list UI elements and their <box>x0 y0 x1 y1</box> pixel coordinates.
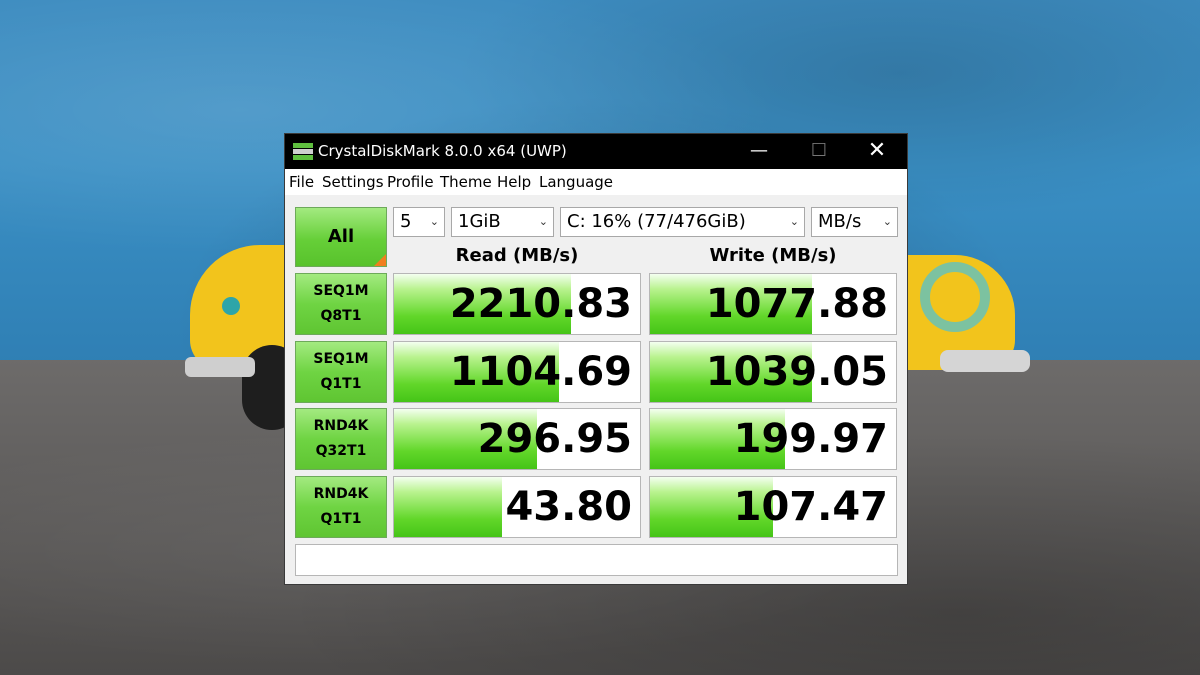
car-right-decal <box>920 262 990 332</box>
chevron-down-icon: ⌄ <box>882 215 892 228</box>
result-value: 296.95 <box>477 416 632 462</box>
result-value: 199.97 <box>733 416 888 462</box>
test-size-value: 1GiB <box>458 211 501 232</box>
result-value: 107.47 <box>733 484 888 530</box>
menu-settings[interactable]: Settings <box>322 173 384 191</box>
result-read-cell: 43.80 <box>393 476 641 538</box>
menu-language[interactable]: Language <box>539 173 613 191</box>
result-write-cell: 107.47 <box>649 476 897 538</box>
result-value: 1104.69 <box>449 349 632 395</box>
maximize-button[interactable]: ☐ <box>789 134 849 169</box>
benchmark-panel: All 5 ⌄ 1GiB ⌄ C: 16% (77/476GiB) ⌄ MB/s… <box>285 195 907 584</box>
run-all-button[interactable]: All <box>295 207 387 267</box>
unit-select[interactable]: MB/s ⌄ <box>811 207 898 237</box>
test-seq1m-q1t1-button[interactable]: SEQ1M Q1T1 <box>295 341 387 403</box>
result-value: 1039.05 <box>705 349 888 395</box>
test-rnd4k-q1t1-button[interactable]: RND4K Q1T1 <box>295 476 387 538</box>
app-window: CrystalDiskMark 8.0.0 x64 (UWP) — ☐ ✕ Fi… <box>284 133 908 585</box>
result-bar <box>394 477 503 537</box>
test-size-select[interactable]: 1GiB ⌄ <box>451 207 554 237</box>
test-count-value: 5 <box>400 211 412 232</box>
comment-input[interactable] <box>295 544 898 576</box>
car-left-decal <box>222 297 240 315</box>
test-rnd4k-q32t1-button[interactable]: RND4K Q32T1 <box>295 408 387 470</box>
result-read-cell: 2210.83 <box>393 273 641 335</box>
title-bar[interactable]: CrystalDiskMark 8.0.0 x64 (UWP) — ☐ ✕ <box>285 134 907 169</box>
test-queue: Q8T1 <box>320 308 362 324</box>
result-write-cell: 1077.88 <box>649 273 897 335</box>
test-queue: Q32T1 <box>315 443 367 459</box>
chevron-down-icon: ⌄ <box>429 215 439 228</box>
run-all-label: All <box>327 226 355 247</box>
menu-profile[interactable]: Profile <box>387 173 434 191</box>
test-name: RND4K <box>313 418 369 434</box>
disk-app-icon <box>293 143 313 160</box>
result-value: 1077.88 <box>705 281 888 327</box>
unit-value: MB/s <box>818 211 862 232</box>
test-count-select[interactable]: 5 ⌄ <box>393 207 445 237</box>
test-name: RND4K <box>313 486 369 502</box>
test-queue: Q1T1 <box>320 376 362 392</box>
test-name: SEQ1M <box>313 283 369 299</box>
result-read-cell: 1104.69 <box>393 341 641 403</box>
result-write-cell: 199.97 <box>649 408 897 470</box>
write-column-header: Write (MB/s) <box>709 245 837 266</box>
menu-theme[interactable]: Theme <box>440 173 492 191</box>
window-title: CrystalDiskMark 8.0.0 x64 (UWP) <box>318 142 567 160</box>
close-button[interactable]: ✕ <box>847 134 907 169</box>
test-name: SEQ1M <box>313 351 369 367</box>
result-write-cell: 1039.05 <box>649 341 897 403</box>
drive-value: C: 16% (77/476GiB) <box>567 211 746 232</box>
result-value: 2210.83 <box>449 281 632 327</box>
menu-file[interactable]: File <box>289 173 314 191</box>
car-right-bumper <box>940 350 1030 372</box>
chevron-down-icon: ⌄ <box>538 215 548 228</box>
result-value: 43.80 <box>505 484 632 530</box>
chevron-down-icon: ⌄ <box>789 215 799 228</box>
menu-help[interactable]: Help <box>497 173 531 191</box>
test-queue: Q1T1 <box>320 511 362 527</box>
menu-bar: File Settings Profile Theme Help Languag… <box>285 169 907 195</box>
drive-select[interactable]: C: 16% (77/476GiB) ⌄ <box>560 207 805 237</box>
car-left-bumper <box>185 357 255 377</box>
read-column-header: Read (MB/s) <box>455 245 579 266</box>
minimize-button[interactable]: — <box>729 134 789 169</box>
test-seq1m-q8t1-button[interactable]: SEQ1M Q8T1 <box>295 273 387 335</box>
result-read-cell: 296.95 <box>393 408 641 470</box>
corner-marker-icon <box>374 254 386 266</box>
